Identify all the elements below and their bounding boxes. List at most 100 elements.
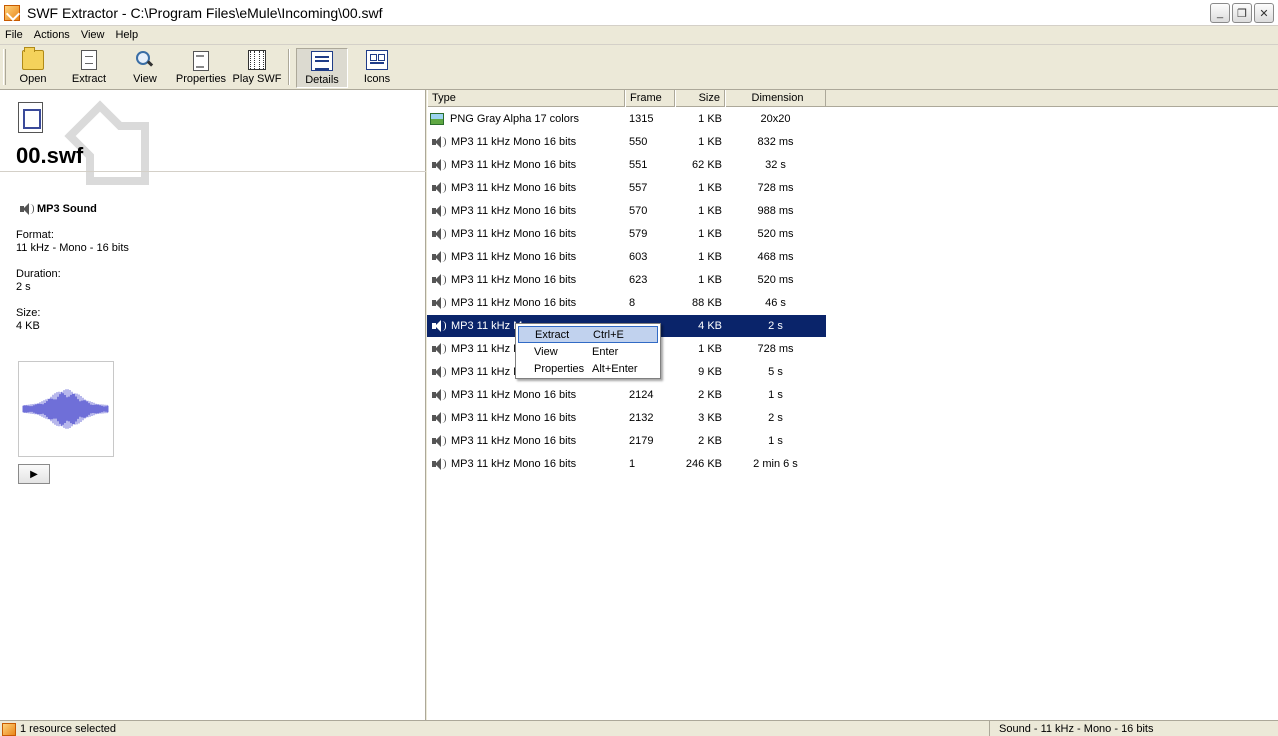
menu-help[interactable]: Help xyxy=(111,29,142,41)
play-sound-button[interactable]: ▶ xyxy=(18,464,50,484)
cell-frame: 1 xyxy=(629,458,636,470)
menu-file[interactable]: File xyxy=(1,29,27,41)
cell-type: MP3 11 kHz Mono 16 bits xyxy=(427,158,625,172)
type-text: MP3 11 kHz Mono 16 bits xyxy=(451,251,577,263)
cell-dim: 1 s xyxy=(768,435,783,447)
speaker-icon xyxy=(430,411,446,425)
column-header-dimension[interactable]: Dimension xyxy=(725,90,826,107)
toolbar-separator xyxy=(288,49,290,85)
cell-frame: 1315 xyxy=(629,113,654,125)
cell-type: MP3 11 kHz Mono 16 bits xyxy=(427,227,625,241)
format-label: Format: xyxy=(16,229,54,241)
cell-dim: 32 s xyxy=(765,159,786,171)
cell-frame: 2179 xyxy=(629,435,654,447)
table-row[interactable]: MP3 11 kHz Mono 16 bits 2132 3 KB 2 s xyxy=(427,407,826,429)
play-swf-button[interactable]: Play SWF xyxy=(232,48,282,88)
table-row[interactable]: MP3 11 kHz Mono 16 bits 603 1 KB 468 ms xyxy=(427,246,826,268)
context-menu: Extract Ctrl+E View Enter Properties Alt… xyxy=(515,323,661,379)
details-view-button[interactable]: Details xyxy=(296,48,348,88)
table-row[interactable]: MP3 11 kHz Mono 16 bits 557 1 KB 728 ms xyxy=(427,177,826,199)
column-header-type[interactable]: Type xyxy=(427,90,625,107)
window-title: SWF Extractor - C:\Program Files\eMule\I… xyxy=(27,4,383,21)
cell-size: 1 KB xyxy=(698,274,722,286)
type-text: MP3 11 kHz Mono 16 bits xyxy=(451,412,577,424)
table-row[interactable]: MP3 11 kHz Mono 16 bits 550 1 KB 832 ms xyxy=(427,131,826,153)
cell-dim: 728 ms xyxy=(757,343,794,355)
size-value: 4 KB xyxy=(16,320,40,332)
cell-size: 1 KB xyxy=(698,228,722,240)
cell-dim: 2 min 6 s xyxy=(753,458,798,470)
table-row[interactable]: MP3 11 kHz Mono 16 bits 2124 2 KB 1 s xyxy=(427,384,826,406)
table-row[interactable]: MP3 11 kHz Mono 16 bits 1 246 KB 2 min 6 s xyxy=(427,453,826,475)
context-view[interactable]: View Enter xyxy=(518,343,658,360)
details-view-icon xyxy=(311,51,333,71)
cell-type: MP3 11 kHz Mono 16 bits xyxy=(427,411,625,425)
extract-label: Extract xyxy=(71,73,107,85)
restore-icon: ❐ xyxy=(1237,7,1247,20)
column-header-frame[interactable]: Frame xyxy=(625,90,675,107)
app-icon[interactable] xyxy=(4,4,20,21)
open-button[interactable]: Open xyxy=(10,47,56,88)
cell-size: 1 KB xyxy=(698,182,722,194)
table-row[interactable]: PNG Gray Alpha 17 colors 1315 1 KB 20x20 xyxy=(427,108,826,130)
column-header-size[interactable]: Size xyxy=(675,90,725,107)
cell-dim: 988 ms xyxy=(757,205,794,217)
cell-size: 4 KB xyxy=(698,320,722,332)
speaker-icon xyxy=(18,202,34,216)
type-text: MP3 11 kHz Mono 16 bits xyxy=(451,182,577,194)
table-row[interactable]: MP3 11 kHz Mono 16 bits 579 1 KB 520 ms xyxy=(427,223,826,245)
resource-type-label: MP3 Sound xyxy=(37,203,97,215)
cell-frame: 570 xyxy=(629,205,648,217)
properties-label: Properties xyxy=(175,73,227,85)
properties-button[interactable]: Properties xyxy=(174,48,228,88)
context-extract[interactable]: Extract Ctrl+E xyxy=(518,326,658,343)
cell-type: MP3 11 kHz Mono 16 bits xyxy=(427,135,625,149)
speaker-icon xyxy=(430,250,446,264)
cell-dim: 1 s xyxy=(768,389,783,401)
cell-size: 62 KB xyxy=(692,159,722,171)
cell-type: MP3 11 kHz Mono 16 bits xyxy=(427,204,625,218)
table-row[interactable]: MP3 11 kHz Mono 16 bits 570 1 KB 988 ms xyxy=(427,200,826,222)
type-text: MP3 11 kHz Mono 16 bits xyxy=(451,389,577,401)
context-properties[interactable]: Properties Alt+Enter xyxy=(518,360,658,377)
resource-list: Type Frame Size Dimension PNG Gray Alpha… xyxy=(427,90,1278,720)
speaker-icon xyxy=(430,365,446,379)
cell-type: MP3 11 kHz Mono 16 bits xyxy=(427,250,625,264)
extract-icon xyxy=(81,50,97,70)
duration-value: 2 s xyxy=(16,281,31,293)
table-row[interactable]: MP3 11 kHz Mono 16 bits 8 88 KB 46 s xyxy=(427,292,826,314)
cell-size: 88 KB xyxy=(692,297,722,309)
close-button[interactable]: ✕ xyxy=(1254,3,1274,23)
cell-size: 1 KB xyxy=(698,251,722,263)
maximize-button[interactable]: ❐ xyxy=(1232,3,1252,23)
details-label: Details xyxy=(305,74,339,86)
menu-view[interactable]: View xyxy=(77,29,109,41)
cell-frame: 550 xyxy=(629,136,648,148)
cell-frame: 603 xyxy=(629,251,648,263)
cell-dim: 2 s xyxy=(768,412,783,424)
cell-size: 246 KB xyxy=(685,458,722,470)
swf-watermark-icon xyxy=(64,100,149,185)
table-row[interactable]: MP3 11 kHz Mono 16 bits 623 1 KB 520 ms xyxy=(427,269,826,291)
cell-size: 1 KB xyxy=(698,205,722,217)
cell-frame: 551 xyxy=(629,159,648,171)
list-header: Type Frame Size Dimension xyxy=(427,90,1278,107)
status-selection-text: 1 resource selected xyxy=(20,723,116,735)
menu-actions[interactable]: Actions xyxy=(30,29,74,41)
extract-button[interactable]: Extract xyxy=(66,48,112,88)
icons-view-button[interactable]: Icons xyxy=(354,48,400,88)
table-row[interactable]: MP3 11 kHz Mono 16 bits 551 62 KB 32 s xyxy=(427,154,826,176)
minimize-button[interactable]: _ xyxy=(1210,3,1230,23)
type-text: MP3 11 kHz Mono 16 bits xyxy=(451,274,577,286)
status-bar: 1 resource selected Sound - 11 kHz - Mon… xyxy=(0,720,1278,736)
toolbar-grip[interactable] xyxy=(3,49,6,85)
view-button[interactable]: View xyxy=(124,48,166,88)
duration-label: Duration: xyxy=(16,268,61,280)
magnifier-icon xyxy=(134,50,156,70)
cell-type: MP3 11 kHz Mono 16 bits xyxy=(427,388,625,402)
cell-dim: 46 s xyxy=(765,297,786,309)
cell-frame: 579 xyxy=(629,228,648,240)
status-format-text: Sound - 11 kHz - Mono - 16 bits xyxy=(999,723,1154,735)
table-row[interactable]: MP3 11 kHz Mono 16 bits 2179 2 KB 1 s xyxy=(427,430,826,452)
type-text: MP3 11 kHz Mono 16 bits xyxy=(451,458,577,470)
